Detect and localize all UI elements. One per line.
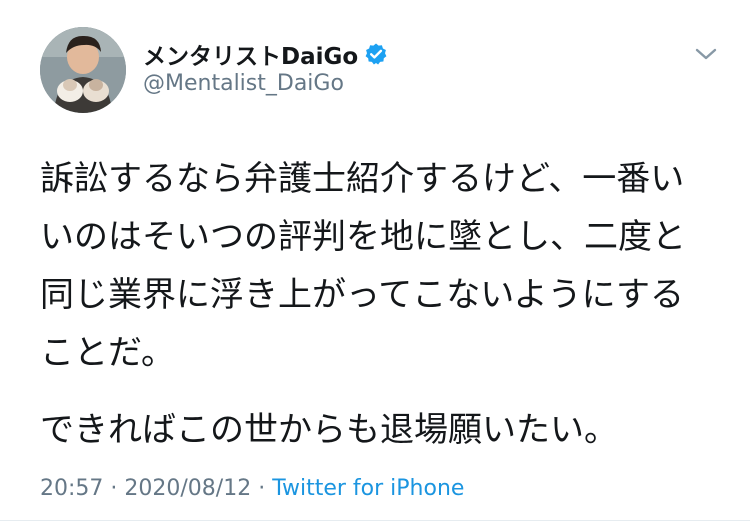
top-strip: [0, 0, 750, 10]
profile-photo-icon: [40, 27, 126, 113]
tweet-date[interactable]: 2020/08/12: [124, 476, 251, 501]
tweet-meta: 20:57 · 2020/08/12 · Twitter for iPhone: [40, 476, 464, 501]
avatar[interactable]: [40, 27, 126, 113]
tweet-paragraph: できればこの世からも退場願いたい。: [40, 410, 618, 450]
tweet-paragraph: 訴訟するなら弁護士紹介するけど、一番い いのはそいつの評判を地に墜とし、二度と …: [40, 159, 686, 373]
meta-separator: ·: [103, 476, 125, 501]
divider: [0, 520, 750, 521]
tweet-source[interactable]: Twitter for iPhone: [272, 476, 464, 501]
tweet-text: 訴訟するなら弁護士紹介するけど、一番い いのはそいつの評判を地に墜とし、二度と …: [40, 150, 720, 459]
meta-separator: ·: [251, 476, 273, 501]
user-handle[interactable]: @Mentalist_DaiGo: [143, 71, 344, 96]
verified-badge-icon: [364, 42, 388, 66]
name-row[interactable]: メンタリストDaiGo: [143, 37, 388, 71]
chevron-down-icon[interactable]: [692, 42, 720, 66]
display-name[interactable]: メンタリストDaiGo: [143, 37, 358, 71]
tweet-time[interactable]: 20:57: [40, 476, 103, 501]
